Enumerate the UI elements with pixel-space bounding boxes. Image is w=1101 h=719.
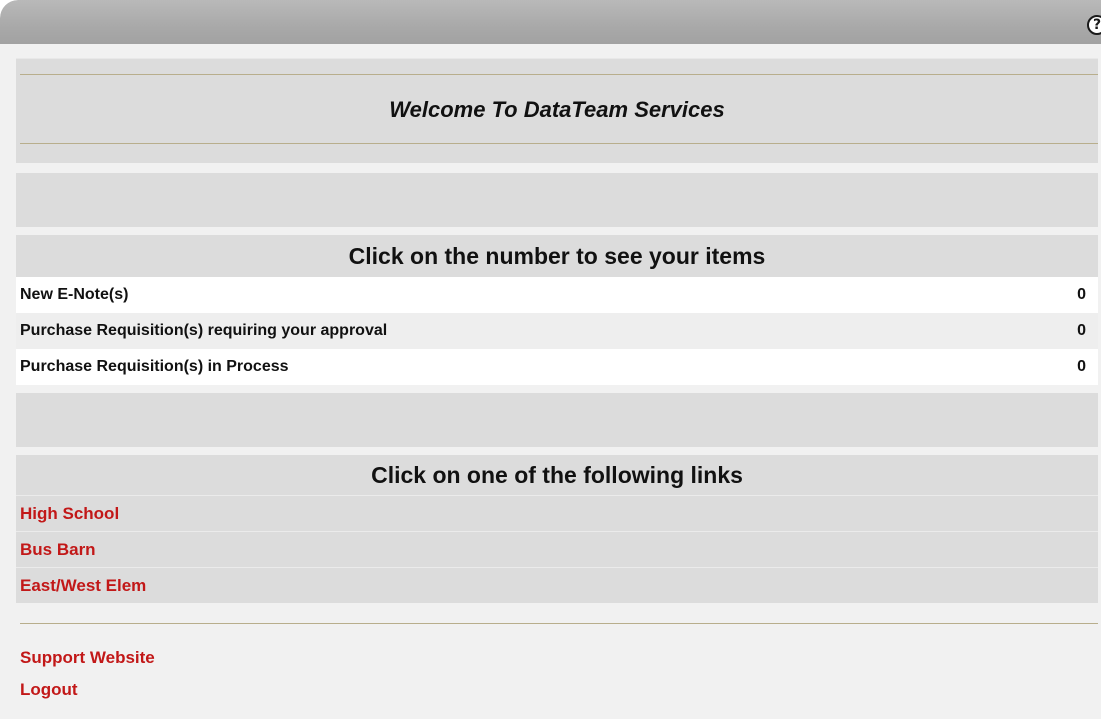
divider (20, 143, 1098, 144)
link-high-school[interactable]: High School (16, 495, 1098, 531)
link-bus-barn[interactable]: Bus Barn (16, 531, 1098, 567)
help-icon[interactable]: ? (1087, 15, 1101, 35)
spacer-band (16, 173, 1098, 227)
links-section-heading: Click on one of the following links (16, 455, 1098, 495)
items-row-enotes: New E-Note(s) 0 (16, 277, 1098, 313)
items-row-label: New E-Note(s) (20, 286, 129, 303)
welcome-banner: Welcome To DataTeam Services (16, 58, 1098, 163)
items-row-count[interactable]: 0 (1045, 277, 1098, 313)
items-row-label: Purchase Requisition(s) in Process (20, 358, 289, 375)
items-row-requisitions-in-process: Purchase Requisition(s) in Process 0 (16, 349, 1098, 385)
support-website-link[interactable]: Support Website (16, 642, 1098, 674)
items-row-label: Purchase Requisition(s) requiring your a… (20, 322, 388, 339)
items-row-requisitions-approval: Purchase Requisition(s) requiring your a… (16, 313, 1098, 349)
logout-link[interactable]: Logout (16, 674, 1098, 706)
main-panel: ? Welcome To DataTeam Services Click on … (0, 0, 1101, 719)
spacer-band (16, 393, 1098, 447)
divider (20, 74, 1098, 75)
content-area: Welcome To DataTeam Services Click on th… (16, 58, 1098, 706)
footer-links: Support Website Logout (16, 642, 1098, 706)
title-bar: ? (0, 0, 1101, 44)
welcome-title: Welcome To DataTeam Services (389, 97, 725, 122)
divider (20, 623, 1098, 624)
items-row-count[interactable]: 0 (1045, 349, 1098, 385)
items-section-heading: Click on the number to see your items (16, 235, 1098, 277)
items-table: New E-Note(s) 0 Purchase Requisition(s) … (16, 277, 1098, 385)
items-row-count[interactable]: 0 (1045, 313, 1098, 349)
link-east-west-elem[interactable]: East/West Elem (16, 567, 1098, 603)
